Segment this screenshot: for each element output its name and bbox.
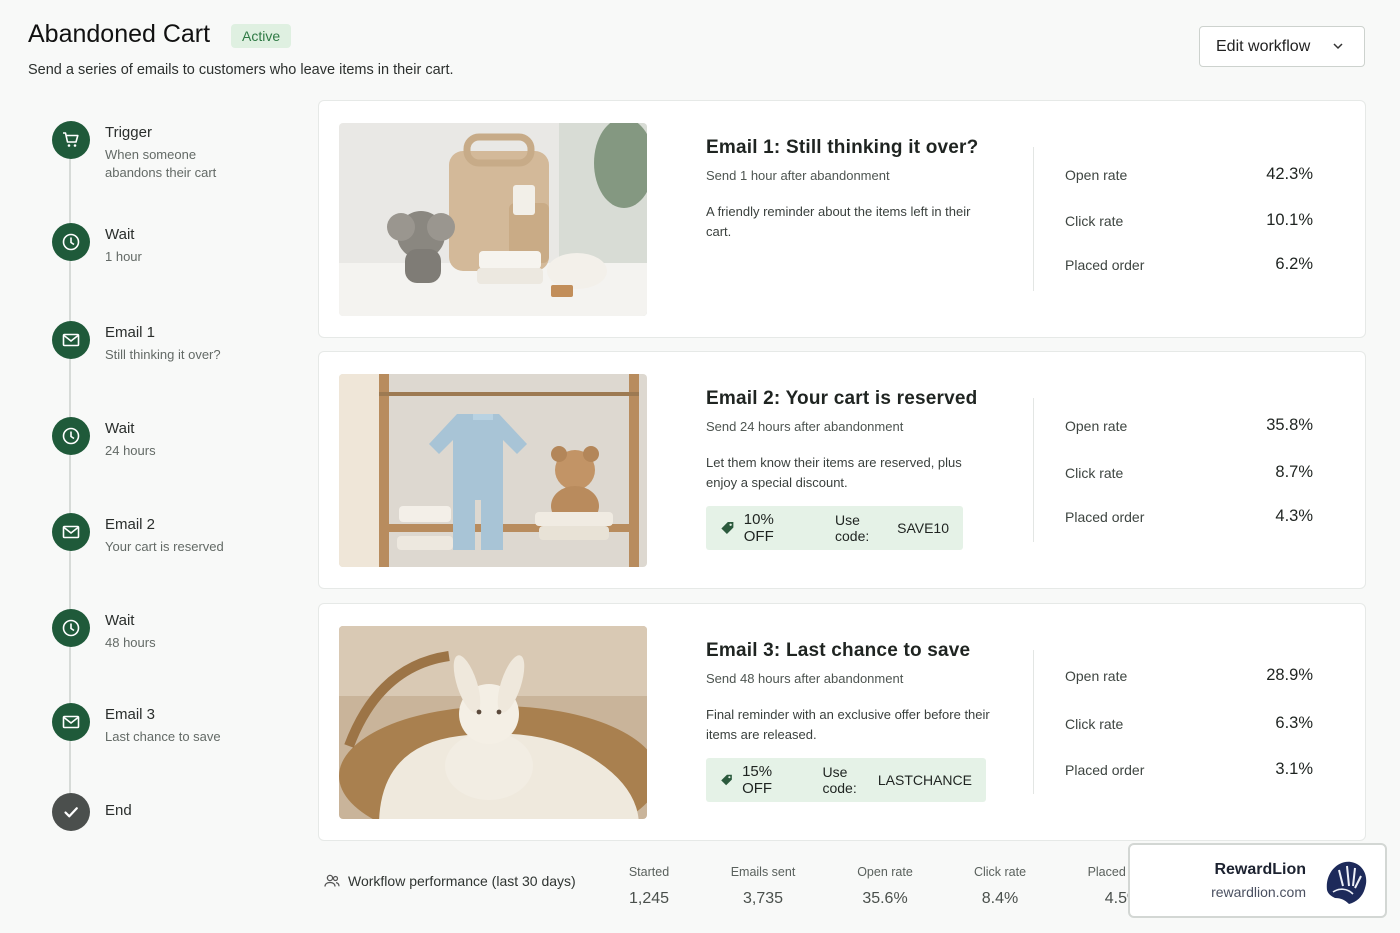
perf-stat-label: Click rate [973,865,1027,879]
metric-value: 28.9% [1266,666,1313,684]
email-schedule: Send 24 hours after abandonment [706,419,904,434]
perf-stat-click-rate: Click rate 8.4% [964,865,1036,908]
metric-value: 6.2% [1275,255,1313,273]
timeline-step-desc: 1 hour [105,249,142,264]
edit-workflow-button[interactable]: Edit workflow [1199,26,1365,67]
timeline-step-label: End [105,802,132,819]
performance-title: Workflow performance (last 30 days) [348,873,576,889]
metric-value: 10.1% [1266,211,1313,229]
metrics-divider [1033,147,1034,291]
perf-stat-value: 35.6% [862,890,908,907]
offer-code: LASTCHANCE [877,772,972,788]
email-card-1[interactable]: Email 1: Still thinking it over? Send 1 … [318,100,1366,338]
email-schedule: Send 48 hours after abandonment [706,671,904,686]
offer-discount: 10% OFF [743,511,774,545]
timeline-step-label: Wait [105,226,135,243]
email-1-image [339,123,647,316]
clock-icon [52,609,90,647]
mail-icon [52,321,90,359]
chevron-down-icon [1333,43,1343,50]
metric-value: 8.7% [1275,463,1313,481]
offer-banner: 15% OFF Use code: LASTCHANCE [706,758,986,802]
perf-stat-label: Started [628,865,670,879]
email-title: Email 2: Your cart is reserved [706,388,978,409]
metric-value: 6.3% [1275,714,1313,732]
perf-stat-label: Emails sent [730,865,796,879]
perf-stat-started: Started 1,245 [619,865,679,908]
timeline-step-label: Wait [105,420,135,437]
edit-workflow-label: Edit workflow [1216,37,1311,55]
metric-label: Placed order [1065,509,1145,525]
timeline-step-desc: Still thinking it over? [105,347,221,362]
offer-code-label: Use code: [822,764,857,796]
metrics-divider [1033,398,1034,542]
page-subtitle: Send a series of emails to customers who… [28,62,454,78]
email-card-3[interactable]: Email 3: Last chance to save Send 48 hou… [318,603,1366,841]
metric-label: Open rate [1065,167,1128,183]
metric-label: Open rate [1065,668,1128,684]
timeline-step-label: Wait [105,612,135,629]
perf-stat-value: 8.4% [981,890,1019,907]
email-description: Final reminder with an exclusive offer b… [706,707,990,742]
check-icon [52,793,90,831]
clock-icon [52,223,90,261]
email-description: A friendly reminder about the items left… [706,204,971,239]
perf-stat-open-rate: Open rate 35.6% [846,865,924,908]
offer-code: SAVE10 [897,520,949,536]
metric-label: Placed order [1065,257,1145,273]
email-card-2[interactable]: Email 2: Your cart is reserved Send 24 h… [318,351,1366,589]
timeline-step-label: Email 3 [105,706,156,723]
watermark-url: rewardlion.com [1211,884,1306,900]
metric-value: 35.8% [1266,416,1313,434]
email-description: Let them know their items are reserved, … [706,455,962,490]
brand-watermark: RewardLion rewardlion.com [1128,843,1387,918]
watermark-brand: RewardLion [1214,861,1306,878]
cart-icon [52,121,90,159]
offer-banner: 10% OFF Use code: SAVE10 [706,506,963,550]
metrics-divider [1033,650,1034,794]
email-title: Email 1: Still thinking it over? [706,137,979,158]
users-icon [324,874,340,887]
metric-label: Click rate [1065,465,1124,481]
metric-value: 3.1% [1275,760,1313,778]
page-title: Abandoned Cart [28,20,211,48]
email-title: Email 3: Last chance to save [706,640,971,661]
timeline-step-desc: Your cart is reserved [105,539,224,554]
lion-logo-icon [1326,861,1367,904]
perf-stat-value: 1,245 [628,890,670,907]
timeline-step-label: Email 1 [105,324,156,341]
tag-icon [721,522,734,534]
timeline-step-label: Email 2 [105,516,156,533]
timeline-step-desc: Last chance to save [105,729,221,744]
metric-value: 4.3% [1275,507,1313,525]
clock-icon [52,417,90,455]
offer-code-label: Use code: [835,512,870,544]
tag-icon [721,774,732,786]
mail-icon [52,513,90,551]
timeline-step-label: Trigger [105,124,152,141]
email-2-image [339,374,647,567]
metric-value: 42.3% [1266,165,1313,183]
timeline-step-desc: When someone abandons their cart [105,147,217,180]
status-badge: Active [231,24,292,48]
mail-icon [52,703,90,741]
email-3-image [339,626,647,819]
email-schedule: Send 1 hour after abandonment [706,168,890,183]
metric-label: Click rate [1065,716,1124,732]
timeline-step-desc: 48 hours [105,635,156,650]
metric-label: Open rate [1065,418,1128,434]
offer-discount: 15% OFF [742,763,773,797]
perf-stat-label: Open rate [857,865,913,879]
timeline-step-desc: 24 hours [105,443,156,458]
perf-stat-emails-sent: Emails sent 3,735 [722,865,804,908]
perf-stat-value: 3,735 [742,890,784,907]
metric-label: Click rate [1065,213,1124,229]
metric-label: Placed order [1065,762,1145,778]
